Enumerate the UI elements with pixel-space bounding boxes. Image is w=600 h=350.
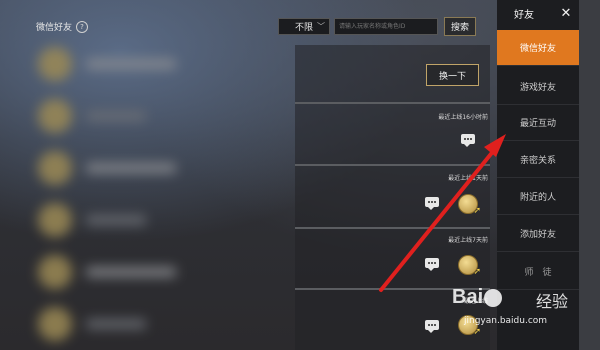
baidu-watermark: Bai 经验 jingyan.baidu.com bbox=[452, 286, 592, 336]
annotation-arrow-head bbox=[484, 134, 506, 157]
watermark-brand: Bai bbox=[452, 286, 503, 309]
annotation-arrow-line bbox=[379, 142, 501, 292]
watermark-url: jingyan.baidu.com bbox=[464, 316, 548, 326]
paw-icon bbox=[484, 288, 503, 307]
watermark-suffix: 经验 bbox=[536, 292, 569, 311]
